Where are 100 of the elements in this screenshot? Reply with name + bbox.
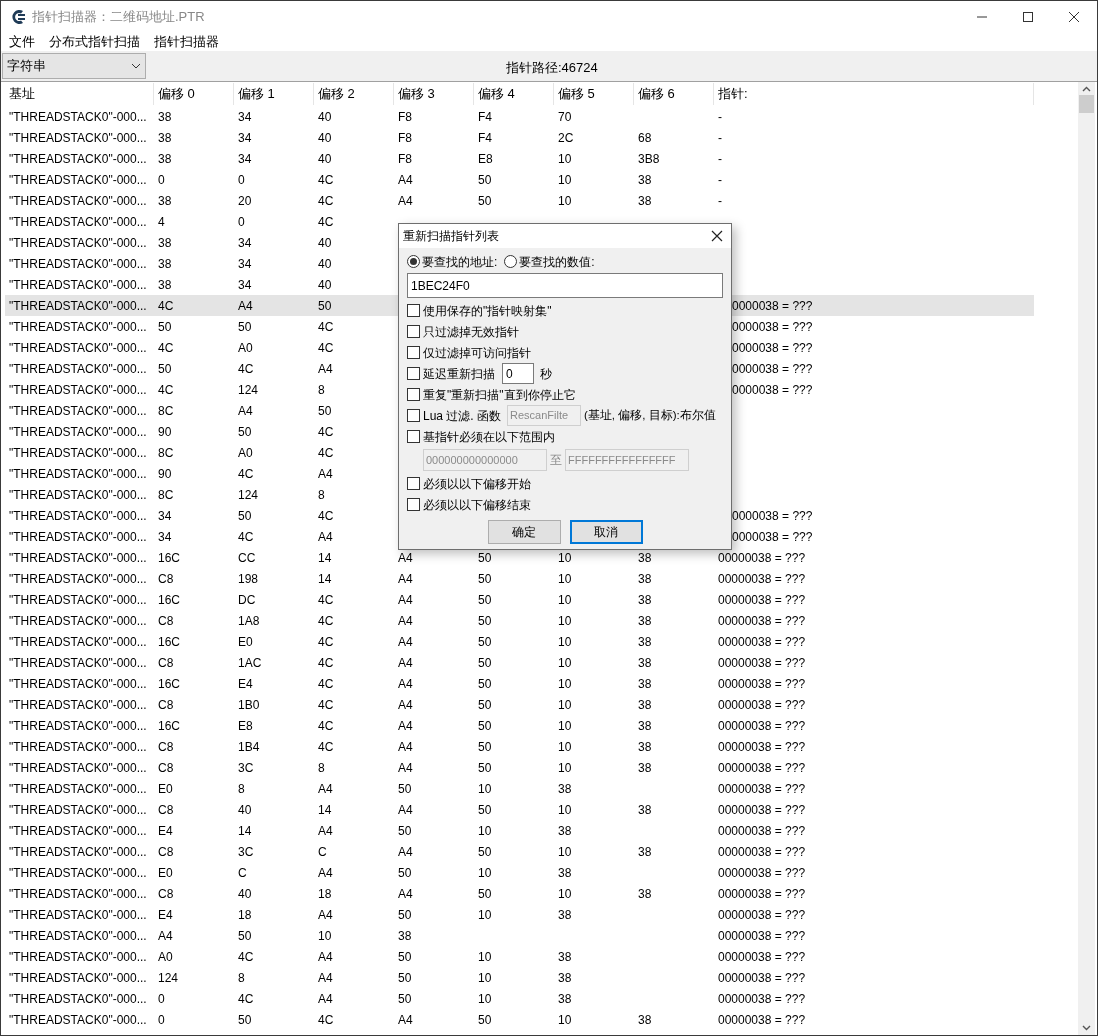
table-cell-text: 50 — [477, 843, 493, 861]
table-cell-text: A4 — [397, 612, 414, 630]
menu-item[interactable]: 分布式指针扫描 — [44, 31, 145, 52]
table-cell-text: 00000038 = ??? — [717, 948, 807, 966]
table-cell-text: 00000038 = ??? — [717, 612, 807, 630]
checkbox[interactable] — [407, 430, 420, 443]
table-cell-text: 38 — [637, 549, 653, 567]
checkbox[interactable] — [407, 304, 420, 317]
scroll-down-icon[interactable] — [1082, 1025, 1091, 1031]
checkbox[interactable] — [407, 388, 420, 401]
table-cell-text: 38 — [637, 1011, 653, 1029]
dialog-button[interactable]: 确定 — [487, 520, 561, 544]
table-cell-text: F4 — [477, 108, 493, 126]
scroll-thumb[interactable] — [1079, 95, 1094, 113]
table-cell-text: - — [717, 171, 723, 189]
column-header[interactable]: 偏移 1 — [234, 83, 314, 105]
table-cell-text: 10 — [477, 948, 493, 966]
close-icon[interactable] — [1068, 10, 1080, 23]
delay-field[interactable]: 0 — [502, 363, 534, 384]
table-cell-text: 50 — [157, 360, 173, 378]
scroll-up-icon[interactable] — [1082, 86, 1091, 92]
table-cell-text: A4 — [397, 1011, 414, 1029]
maximize-icon[interactable] — [1022, 10, 1034, 23]
column-header[interactable]: 偏移 4 — [474, 83, 554, 105]
close-icon[interactable] — [711, 230, 723, 242]
table-cell-text: 50 — [477, 717, 493, 735]
column-header[interactable]: 偏移 2 — [314, 83, 394, 105]
table-cell-text: 14 — [317, 549, 333, 567]
option-label: 必须以以下偏移结束 — [423, 496, 531, 514]
table-cell-text: 10 — [557, 675, 573, 693]
table-cell-text: 34 — [237, 234, 253, 252]
table-cell-text: 4C — [317, 213, 335, 231]
base-address-cell-text: "THREADSTACK0"-000... — [8, 885, 148, 903]
checkbox[interactable] — [407, 325, 420, 338]
radio-button[interactable] — [407, 255, 420, 268]
column-header[interactable]: 偏移 3 — [394, 83, 474, 105]
table-cell-text: C — [237, 864, 248, 882]
column-header[interactable]: 指针: — [714, 83, 1034, 105]
base-address-cell-text: "THREADSTACK0"-000... — [8, 948, 148, 966]
checkbox[interactable] — [407, 498, 420, 511]
table-cell-text: A4 — [317, 465, 334, 483]
base-address-cell-text: "THREADSTACK0"-000... — [8, 906, 148, 924]
table-cell-text: 1AC — [237, 654, 263, 672]
table-cell-text: 4C — [317, 696, 335, 714]
base-address-cell-text: "THREADSTACK0"-000... — [8, 675, 148, 693]
column-header[interactable]: 基址 — [5, 83, 154, 105]
column-header[interactable]: 偏移 0 — [154, 83, 234, 105]
scrollbar[interactable] — [1078, 82, 1095, 1035]
base-address-cell-text: "THREADSTACK0"-000... — [8, 234, 148, 252]
option-label: 基指针必须在以下范围内 — [423, 428, 555, 446]
checkbox[interactable] — [407, 477, 420, 490]
table-cell-text: 38 — [557, 969, 573, 987]
table-cell-text: 00000038 = ??? — [717, 570, 807, 588]
base-address-cell-text: "THREADSTACK0"-000... — [8, 717, 148, 735]
column-header[interactable]: 偏移 5 — [554, 83, 634, 105]
address-field[interactable]: 1BEC24F0 — [407, 273, 723, 298]
table-cell-text: 50 — [477, 738, 493, 756]
column-header[interactable]: 偏移 6 — [634, 83, 714, 105]
table-cell-text: A4 — [317, 780, 334, 798]
table-cell-text: A0 — [237, 444, 254, 462]
table-cell-text: - — [717, 129, 723, 147]
radio-button[interactable] — [504, 255, 518, 268]
table-cell-text: 10 — [557, 171, 573, 189]
table-cell-text: 4C — [317, 738, 335, 756]
table-cell-text: C8 — [157, 843, 175, 861]
table-cell-text: 50 — [157, 318, 173, 336]
table-cell-text: C — [317, 843, 328, 861]
table-cell-text: 38 — [557, 864, 573, 882]
checkbox[interactable] — [407, 409, 420, 422]
table-cell-text: 4 — [157, 213, 166, 231]
type-dropdown[interactable]: 字符串 — [2, 53, 146, 79]
table-cell-text: 10 — [557, 885, 573, 903]
table-cell-text: A4 — [317, 969, 334, 987]
menu-item[interactable]: 文件 — [4, 31, 40, 52]
table-cell-text: 0000038 = ??? — [732, 507, 814, 525]
table-cell-text: E0 — [157, 864, 174, 882]
table-cell-text: 10 — [557, 192, 573, 210]
table-cell-text: 38 — [637, 570, 653, 588]
table-cell-text: 50 — [237, 423, 253, 441]
base-address-cell-text: "THREADSTACK0"-000... — [8, 591, 148, 609]
table-cell-text: 40 — [317, 108, 333, 126]
table-cell-text: 50 — [477, 759, 493, 777]
base-address-cell-text: "THREADSTACK0"-000... — [8, 1011, 148, 1029]
dialog-button[interactable]: 取消 — [569, 520, 643, 544]
table-cell-text: E8 — [237, 717, 254, 735]
table-cell-text: 00000038 = ??? — [717, 906, 807, 924]
table-cell-text: 10 — [557, 696, 573, 714]
table-cell-text: 00000038 = ??? — [717, 780, 807, 798]
checkbox[interactable] — [407, 346, 420, 359]
table-cell-text: 14 — [317, 570, 333, 588]
table-cell-text: 16C — [157, 549, 181, 567]
checkbox[interactable] — [407, 367, 420, 380]
base-address-cell-text: "THREADSTACK0"-000... — [8, 129, 148, 147]
menu-item[interactable]: 指针扫描器 — [149, 31, 224, 52]
table-cell-text: 50 — [397, 969, 413, 987]
table-cell-text: - — [717, 192, 723, 210]
table-cell-text: A4 — [397, 675, 414, 693]
chevron-down-icon — [131, 63, 141, 69]
table-cell-text: 4C — [317, 171, 335, 189]
table-cell-text: A4 — [317, 528, 334, 546]
